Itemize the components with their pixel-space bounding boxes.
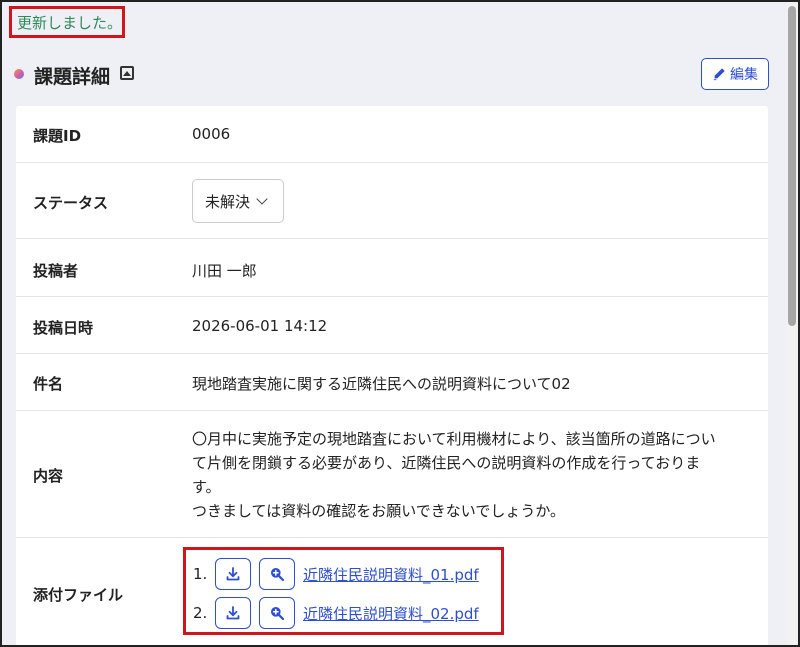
posted-at-value: 2026-06-01 14:12 — [192, 317, 328, 335]
id-label: 課題ID — [33, 127, 82, 145]
collapse-icon[interactable] — [120, 66, 134, 80]
pencil-icon — [713, 68, 725, 81]
attachments-list: 1. 近隣住民説明資料_01.pdf 2. 近隣住民説明資料_02.pdf — [183, 547, 504, 635]
attachment-number: 2. — [193, 604, 208, 622]
flash-message-text: 更新しました。 — [17, 13, 123, 32]
status-label: ステータス — [33, 194, 109, 212]
edit-button-label: 編集 — [730, 67, 758, 83]
row-content: 内容 〇月中に実施予定の現地踏査において利用機材により、該当箇所の道路につい て… — [16, 411, 768, 538]
download-button[interactable] — [215, 597, 251, 629]
row-posted-at: 投稿日時 2026-06-01 14:12 — [16, 297, 768, 354]
posted-at-label: 投稿日時 — [33, 319, 94, 337]
status-selected-value: 未解決 — [205, 192, 251, 211]
content-line: つきましては資料の確認をお願いできないでしょうか。 — [192, 502, 566, 520]
zoom-in-icon — [271, 607, 285, 621]
section-header: 課題詳細 編集 — [14, 58, 769, 92]
download-icon — [226, 567, 240, 581]
attachment-number: 1. — [193, 565, 208, 583]
attachment-link[interactable]: 近隣住民説明資料_01.pdf — [303, 564, 479, 585]
row-author: 投稿者 川田 一郎 — [16, 239, 768, 297]
download-icon — [226, 606, 240, 620]
section-dot-icon — [14, 69, 24, 79]
content-line: す。 — [192, 478, 221, 496]
content-line: て片側を閉鎖する必要があり、近隣住民への説明資料の作成を行っておりま — [192, 454, 701, 472]
content-text: 〇月中に実施予定の現地踏査において利用機材により、該当箇所の道路につい て片側を… — [192, 427, 757, 523]
author-value: 川田 一郎 — [192, 262, 257, 280]
scrollbar[interactable] — [786, 2, 798, 645]
row-status: ステータス 未解決 — [16, 163, 768, 239]
row-id: 課題ID 0006 — [16, 106, 768, 163]
content-line: 〇月中に実施予定の現地踏査において利用機材により、該当箇所の道路につい — [192, 430, 716, 448]
content-label: 内容 — [33, 467, 64, 485]
id-value: 0006 — [192, 125, 231, 143]
download-button[interactable] — [215, 558, 251, 590]
detail-card: 課題ID 0006 ステータス 未解決 投稿者 川田 一郎 投稿日時 2026-… — [16, 106, 768, 645]
edit-button[interactable]: 編集 — [701, 58, 769, 90]
attachment-item: 2. 近隣住民説明資料_02.pdf — [193, 597, 493, 629]
row-subject: 件名 現地踏査実施に関する近隣住民への説明資料について02 — [16, 354, 768, 411]
chevron-down-icon — [256, 193, 268, 205]
attachment-link[interactable]: 近隣住民説明資料_02.pdf — [303, 603, 479, 624]
flash-message: 更新しました。 — [9, 6, 125, 38]
status-select[interactable]: 未解決 — [192, 179, 284, 223]
author-label: 投稿者 — [33, 262, 79, 280]
preview-button[interactable] — [259, 558, 295, 590]
attachment-item: 1. 近隣住民説明資料_01.pdf — [193, 558, 493, 590]
page: 更新しました。 課題詳細 編集 課題ID 0006 ステータス 未解決 投稿者 — [0, 0, 800, 647]
zoom-in-icon — [271, 568, 285, 582]
attachments-label: 添付ファイル — [33, 586, 124, 604]
subject-value: 現地踏査実施に関する近隣住民への説明資料について02 — [192, 375, 571, 393]
scrollbar-thumb[interactable] — [788, 6, 796, 326]
subject-label: 件名 — [33, 375, 64, 393]
preview-button[interactable] — [259, 597, 295, 629]
page-title: 課題詳細 — [34, 66, 111, 88]
